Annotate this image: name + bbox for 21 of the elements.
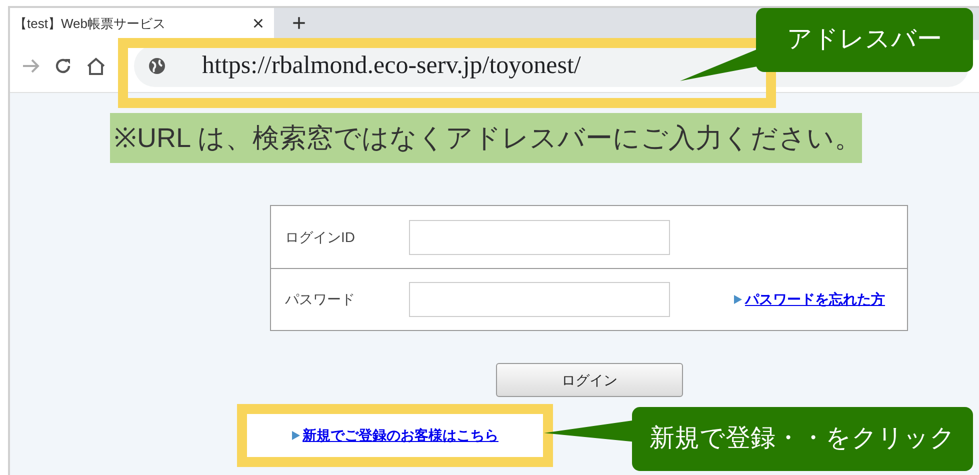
login-button[interactable]: ログイン: [496, 363, 683, 397]
tab-title: 【test】Web帳票サービス: [14, 15, 166, 34]
field-label: ログインID: [285, 228, 356, 246]
forgot-password-link[interactable]: パスワードを忘れた方: [745, 289, 885, 310]
home-icon[interactable]: [86, 57, 106, 75]
signup-link[interactable]: 新規でご登録のお客様はこちら: [302, 425, 498, 446]
input-field[interactable]: [409, 220, 670, 254]
instruction-banner: ※URL は、検索窓ではなくアドレスバーにご入力ください。: [110, 113, 862, 163]
globe-icon: [148, 57, 166, 75]
forward-icon[interactable]: [22, 58, 40, 74]
close-icon[interactable]: ×: [252, 9, 264, 39]
triangle-icon: [292, 431, 300, 440]
new-tab-button[interactable]: +: [292, 6, 306, 42]
triangle-icon: [734, 295, 742, 304]
reload-icon[interactable]: [54, 57, 72, 75]
field-label: パスワード: [285, 290, 356, 309]
url-text: https://rbalmond.eco-serv.jp/toyonest/: [202, 51, 581, 82]
browser-tab[interactable]: 【test】Web帳票サービス ×: [10, 8, 274, 40]
input-field[interactable]: [409, 282, 670, 317]
callout: 新規で登録・・をクリック: [632, 407, 973, 471]
callout: アドレスバー: [756, 8, 973, 72]
